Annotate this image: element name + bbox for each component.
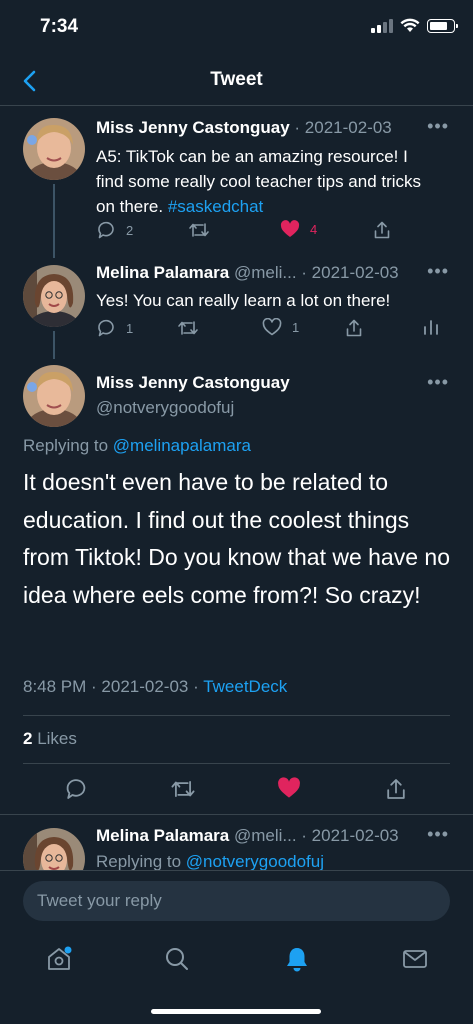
like-button[interactable]: 1 — [262, 318, 299, 336]
source-link[interactable]: TweetDeck — [203, 677, 287, 696]
home-icon — [48, 946, 72, 970]
divider — [0, 814, 473, 815]
more-options-icon[interactable]: ••• — [427, 261, 449, 282]
main-tweet-actions — [0, 777, 473, 803]
share-icon — [346, 319, 362, 337]
thread-line — [53, 184, 55, 258]
avatar[interactable] — [23, 118, 85, 180]
replying-prefix: Replying to — [23, 436, 113, 455]
tab-bar — [0, 932, 473, 1024]
heart-filled-icon — [280, 220, 300, 237]
page-title: Tweet — [210, 69, 263, 90]
tweet-timestamp: 8:48 PM · 2021-02-03 · TweetDeck — [23, 677, 287, 697]
tweet-actions: 2 4 — [96, 220, 449, 244]
battery-icon — [427, 18, 458, 33]
status-bar: 7:34 — [0, 0, 473, 56]
author-name[interactable]: Melina Palamara — [96, 826, 229, 845]
more-options-icon[interactable]: ••• — [427, 372, 449, 393]
hashtag-link[interactable]: #saskedchat — [168, 197, 263, 216]
likes-label: Likes — [32, 729, 77, 748]
retweet-icon — [189, 223, 209, 237]
share-button[interactable] — [344, 318, 364, 338]
author-name[interactable]: Miss Jenny Castonguay — [96, 373, 290, 393]
retweet-icon — [178, 321, 198, 335]
likes-summary[interactable]: 2 Likes — [23, 729, 77, 749]
retweet-icon — [171, 781, 195, 797]
avatar[interactable] — [23, 365, 85, 427]
messages-icon — [403, 950, 427, 968]
author-name[interactable]: Miss Jenny Castonguay — [96, 118, 290, 137]
status-icons — [371, 18, 458, 33]
like-count: 4 — [310, 221, 318, 237]
tab-home[interactable] — [44, 944, 74, 974]
status-time: 7:34 — [40, 16, 79, 37]
analytics-button[interactable] — [422, 318, 440, 336]
heart-filled-icon — [278, 777, 300, 798]
home-indicator[interactable] — [151, 1009, 321, 1014]
replying-to: Replying to @melinapalamara — [23, 436, 251, 456]
timestamp-text: 8:48 PM · 2021-02-03 · — [23, 677, 204, 696]
reply-button[interactable] — [64, 777, 88, 806]
author-name[interactable]: Melina Palamara — [96, 263, 229, 282]
like-count: 1 — [292, 319, 300, 335]
reply-input[interactable] — [23, 881, 450, 921]
divider — [23, 763, 450, 764]
tweet-text: A5: TikTok can be an amazing resource! I… — [96, 144, 436, 219]
thread-line — [53, 331, 55, 359]
author-handle[interactable]: @notverygoodofuj — [96, 398, 234, 418]
reply-button[interactable]: 2 — [96, 220, 133, 240]
tweet-meta: @meli... · 2021-02-03 — [229, 826, 399, 845]
tweet-actions: 1 1 — [96, 318, 449, 342]
divider — [23, 715, 450, 716]
tweet-text: Yes! You can really learn a lot on there… — [96, 291, 391, 310]
analytics-icon — [424, 320, 438, 335]
share-button[interactable] — [372, 220, 392, 240]
reply-count: 2 — [126, 222, 134, 238]
replying-prefix: Replying to — [96, 852, 186, 871]
reply-icon — [66, 779, 86, 799]
share-icon — [374, 221, 390, 239]
share-icon — [387, 779, 405, 799]
like-button[interactable] — [277, 777, 301, 804]
tweet-meta: @meli... · 2021-02-03 — [229, 263, 399, 282]
replying-to-link[interactable]: @notverygoodofuj — [186, 852, 324, 871]
reply-bar — [0, 870, 473, 932]
nav-bar: Tweet — [0, 56, 473, 106]
avatar[interactable] — [23, 265, 85, 327]
wifi-icon — [400, 18, 420, 32]
reply-icon — [98, 319, 114, 337]
heart-outline-icon — [262, 318, 282, 336]
search-icon — [166, 948, 188, 970]
reply-icon — [98, 221, 114, 239]
tweet-meta: · 2021-02-03 — [289, 118, 392, 137]
share-button[interactable] — [384, 777, 408, 806]
tab-messages[interactable] — [400, 944, 430, 974]
more-options-icon[interactable]: ••• — [427, 824, 449, 845]
replying-to-link[interactable]: @melinapalamara — [113, 436, 251, 455]
cellular-signal-icon — [371, 18, 393, 33]
retweet-button[interactable] — [170, 777, 196, 806]
retweet-button[interactable] — [188, 220, 220, 240]
tab-search[interactable] — [162, 944, 192, 974]
reply-button[interactable]: 1 — [96, 318, 133, 338]
tweet-header: Melina Palamara @meli... · 2021-02-03 — [96, 263, 399, 283]
tweet-header: Miss Jenny Castonguay · 2021-02-03 — [96, 118, 392, 138]
retweet-button[interactable] — [177, 318, 209, 338]
reply-count: 1 — [126, 320, 134, 336]
more-options-icon[interactable]: ••• — [427, 116, 449, 137]
notifications-icon — [287, 948, 307, 972]
main-tweet-text: It doesn't even have to be related to ed… — [23, 469, 450, 608]
replying-to: Replying to @notverygoodofuj — [96, 852, 324, 872]
like-button[interactable]: 4 — [280, 220, 317, 238]
tweet-header: Melina Palamara @meli... · 2021-02-03 — [96, 826, 399, 846]
tab-notifications[interactable] — [282, 944, 312, 974]
